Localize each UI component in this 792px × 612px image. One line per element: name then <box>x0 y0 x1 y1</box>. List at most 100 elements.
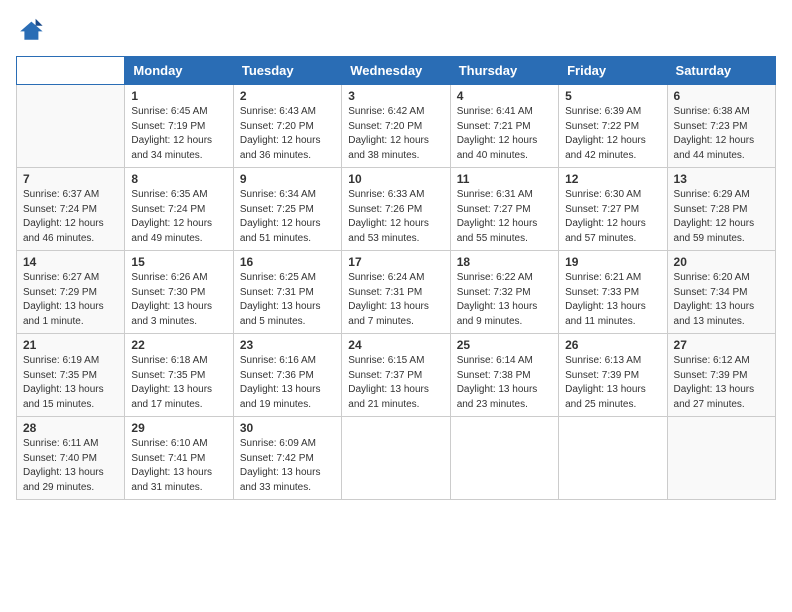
day-info: Sunrise: 6:35 AMSunset: 7:24 PMDaylight:… <box>131 188 226 246</box>
day-info: Sunrise: 6:39 AMSunset: 7:22 PMDaylight:… <box>565 105 660 163</box>
calendar-cell: 14Sunrise: 6:27 AMSunset: 7:29 PMDayligh… <box>17 251 125 334</box>
header-tuesday: Tuesday <box>233 57 341 85</box>
calendar-cell: 21 Sunrise: 6:19 AMSunset: 7:35 PMDayligh… <box>17 334 125 417</box>
calendar-cell <box>342 417 450 500</box>
calendar-week-row: 14Sunrise: 6:27 AMSunset: 7:29 PMDayligh… <box>17 251 776 334</box>
calendar-cell: 16 Sunrise: 6:25 AMSunset: 7:31 PMDayligh… <box>233 251 341 334</box>
calendar-cell: 26 Sunrise: 6:13 AMSunset: 7:39 PMDayligh… <box>559 334 667 417</box>
header-monday: Monday <box>125 57 233 85</box>
day-number: 13 <box>674 172 769 186</box>
calendar-cell <box>559 417 667 500</box>
day-info: Sunrise: 6:37 AMSunset: 7:24 PMDaylight:… <box>23 188 118 246</box>
day-info: Sunrise: 6:09 AMSunset: 7:42 PMDaylight:… <box>240 437 335 495</box>
day-number: 5 <box>565 89 660 103</box>
day-number: 24 <box>348 338 443 352</box>
calendar-cell: 8 Sunrise: 6:35 AMSunset: 7:24 PMDaylight… <box>125 168 233 251</box>
day-info: Sunrise: 6:13 AMSunset: 7:39 PMDaylight:… <box>565 354 660 412</box>
day-number: 26 <box>565 338 660 352</box>
day-info: Sunrise: 6:38 AMSunset: 7:23 PMDaylight:… <box>674 105 769 163</box>
header-wednesday: Wednesday <box>342 57 450 85</box>
page-header <box>16 16 776 44</box>
day-number: 4 <box>457 89 552 103</box>
calendar-week-row: 7Sunrise: 6:37 AMSunset: 7:24 PMDaylight… <box>17 168 776 251</box>
day-number: 20 <box>674 255 769 269</box>
calendar-cell: 9 Sunrise: 6:34 AMSunset: 7:25 PMDaylight… <box>233 168 341 251</box>
day-info: Sunrise: 6:34 AMSunset: 7:25 PMDaylight:… <box>240 188 335 246</box>
calendar-cell: 28Sunrise: 6:11 AMSunset: 7:40 PMDayligh… <box>17 417 125 500</box>
calendar-cell: 12 Sunrise: 6:30 AMSunset: 7:27 PMDayligh… <box>559 168 667 251</box>
day-number: 22 <box>131 338 226 352</box>
day-number: 6 <box>674 89 769 103</box>
calendar-cell: 20 Sunrise: 6:20 AMSunset: 7:34 PMDayligh… <box>667 251 775 334</box>
calendar-cell: 1 Sunrise: 6:45 AMSunset: 7:19 PMDaylight… <box>125 85 233 168</box>
calendar-cell <box>17 85 125 168</box>
day-number: 29 <box>131 421 226 435</box>
calendar-cell: 23 Sunrise: 6:16 AMSunset: 7:36 PMDayligh… <box>233 334 341 417</box>
day-number: 16 <box>240 255 335 269</box>
calendar-week-row: 1 Sunrise: 6:45 AMSunset: 7:19 PMDaylight… <box>17 85 776 168</box>
calendar-cell: 19 Sunrise: 6:21 AMSunset: 7:33 PMDayligh… <box>559 251 667 334</box>
day-number: 25 <box>457 338 552 352</box>
calendar-table: SundayMondayTuesdayWednesdayThursdayFrid… <box>16 56 776 500</box>
day-number: 28 <box>23 421 118 435</box>
day-number: 17 <box>348 255 443 269</box>
calendar-cell: 30 Sunrise: 6:09 AMSunset: 7:42 PMDayligh… <box>233 417 341 500</box>
day-number: 10 <box>348 172 443 186</box>
day-info: Sunrise: 6:14 AMSunset: 7:38 PMDaylight:… <box>457 354 552 412</box>
day-number: 19 <box>565 255 660 269</box>
day-info: Sunrise: 6:16 AMSunset: 7:36 PMDaylight:… <box>240 354 335 412</box>
day-number: 8 <box>131 172 226 186</box>
day-info: Sunrise: 6:27 AMSunset: 7:29 PMDaylight:… <box>23 271 118 329</box>
header-friday: Friday <box>559 57 667 85</box>
header-saturday: Saturday <box>667 57 775 85</box>
calendar-cell: 25 Sunrise: 6:14 AMSunset: 7:38 PMDayligh… <box>450 334 558 417</box>
header-sunday: Sunday <box>17 57 125 85</box>
header-thursday: Thursday <box>450 57 558 85</box>
day-number: 11 <box>457 172 552 186</box>
day-info: Sunrise: 6:26 AMSunset: 7:30 PMDaylight:… <box>131 271 226 329</box>
day-info: Sunrise: 6:18 AMSunset: 7:35 PMDaylight:… <box>131 354 226 412</box>
calendar-cell: 5 Sunrise: 6:39 AMSunset: 7:22 PMDaylight… <box>559 85 667 168</box>
day-info: Sunrise: 6:22 AMSunset: 7:32 PMDaylight:… <box>457 271 552 329</box>
day-number: 9 <box>240 172 335 186</box>
day-info: Sunrise: 6:19 AMSunset: 7:35 PMDaylight:… <box>23 354 118 412</box>
day-number: 15 <box>131 255 226 269</box>
calendar-cell: 6 Sunrise: 6:38 AMSunset: 7:23 PMDaylight… <box>667 85 775 168</box>
calendar-cell: 13 Sunrise: 6:29 AMSunset: 7:28 PMDayligh… <box>667 168 775 251</box>
calendar-cell: 11Sunrise: 6:31 AMSunset: 7:27 PMDayligh… <box>450 168 558 251</box>
day-info: Sunrise: 6:21 AMSunset: 7:33 PMDaylight:… <box>565 271 660 329</box>
calendar-cell: 24 Sunrise: 6:15 AMSunset: 7:37 PMDayligh… <box>342 334 450 417</box>
calendar-cell: 7Sunrise: 6:37 AMSunset: 7:24 PMDaylight… <box>17 168 125 251</box>
day-info: Sunrise: 6:45 AMSunset: 7:19 PMDaylight:… <box>131 105 226 163</box>
calendar-cell: 22 Sunrise: 6:18 AMSunset: 7:35 PMDayligh… <box>125 334 233 417</box>
day-info: Sunrise: 6:43 AMSunset: 7:20 PMDaylight:… <box>240 105 335 163</box>
calendar-cell: 10 Sunrise: 6:33 AMSunset: 7:26 PMDayligh… <box>342 168 450 251</box>
calendar-header-row: SundayMondayTuesdayWednesdayThursdayFrid… <box>17 57 776 85</box>
day-number: 21 <box>23 338 118 352</box>
day-number: 1 <box>131 89 226 103</box>
day-info: Sunrise: 6:41 AMSunset: 7:21 PMDaylight:… <box>457 105 552 163</box>
day-number: 30 <box>240 421 335 435</box>
calendar-cell: 17 Sunrise: 6:24 AMSunset: 7:31 PMDayligh… <box>342 251 450 334</box>
calendar-week-row: 21 Sunrise: 6:19 AMSunset: 7:35 PMDayligh… <box>17 334 776 417</box>
day-number: 27 <box>674 338 769 352</box>
day-number: 23 <box>240 338 335 352</box>
calendar-week-row: 28Sunrise: 6:11 AMSunset: 7:40 PMDayligh… <box>17 417 776 500</box>
calendar-cell <box>450 417 558 500</box>
day-info: Sunrise: 6:12 AMSunset: 7:39 PMDaylight:… <box>674 354 769 412</box>
day-number: 2 <box>240 89 335 103</box>
calendar-cell: 15 Sunrise: 6:26 AMSunset: 7:30 PMDayligh… <box>125 251 233 334</box>
calendar-cell: 2 Sunrise: 6:43 AMSunset: 7:20 PMDaylight… <box>233 85 341 168</box>
calendar-cell: 27 Sunrise: 6:12 AMSunset: 7:39 PMDayligh… <box>667 334 775 417</box>
day-info: Sunrise: 6:25 AMSunset: 7:31 PMDaylight:… <box>240 271 335 329</box>
calendar-cell: 3Sunrise: 6:42 AMSunset: 7:20 PMDaylight… <box>342 85 450 168</box>
day-info: Sunrise: 6:20 AMSunset: 7:34 PMDaylight:… <box>674 271 769 329</box>
day-info: Sunrise: 6:15 AMSunset: 7:37 PMDaylight:… <box>348 354 443 412</box>
day-info: Sunrise: 6:30 AMSunset: 7:27 PMDaylight:… <box>565 188 660 246</box>
day-info: Sunrise: 6:33 AMSunset: 7:26 PMDaylight:… <box>348 188 443 246</box>
day-number: 12 <box>565 172 660 186</box>
day-info: Sunrise: 6:24 AMSunset: 7:31 PMDaylight:… <box>348 271 443 329</box>
day-info: Sunrise: 6:42 AMSunset: 7:20 PMDaylight:… <box>348 105 443 163</box>
day-info: Sunrise: 6:29 AMSunset: 7:28 PMDaylight:… <box>674 188 769 246</box>
calendar-cell: 4 Sunrise: 6:41 AMSunset: 7:21 PMDaylight… <box>450 85 558 168</box>
